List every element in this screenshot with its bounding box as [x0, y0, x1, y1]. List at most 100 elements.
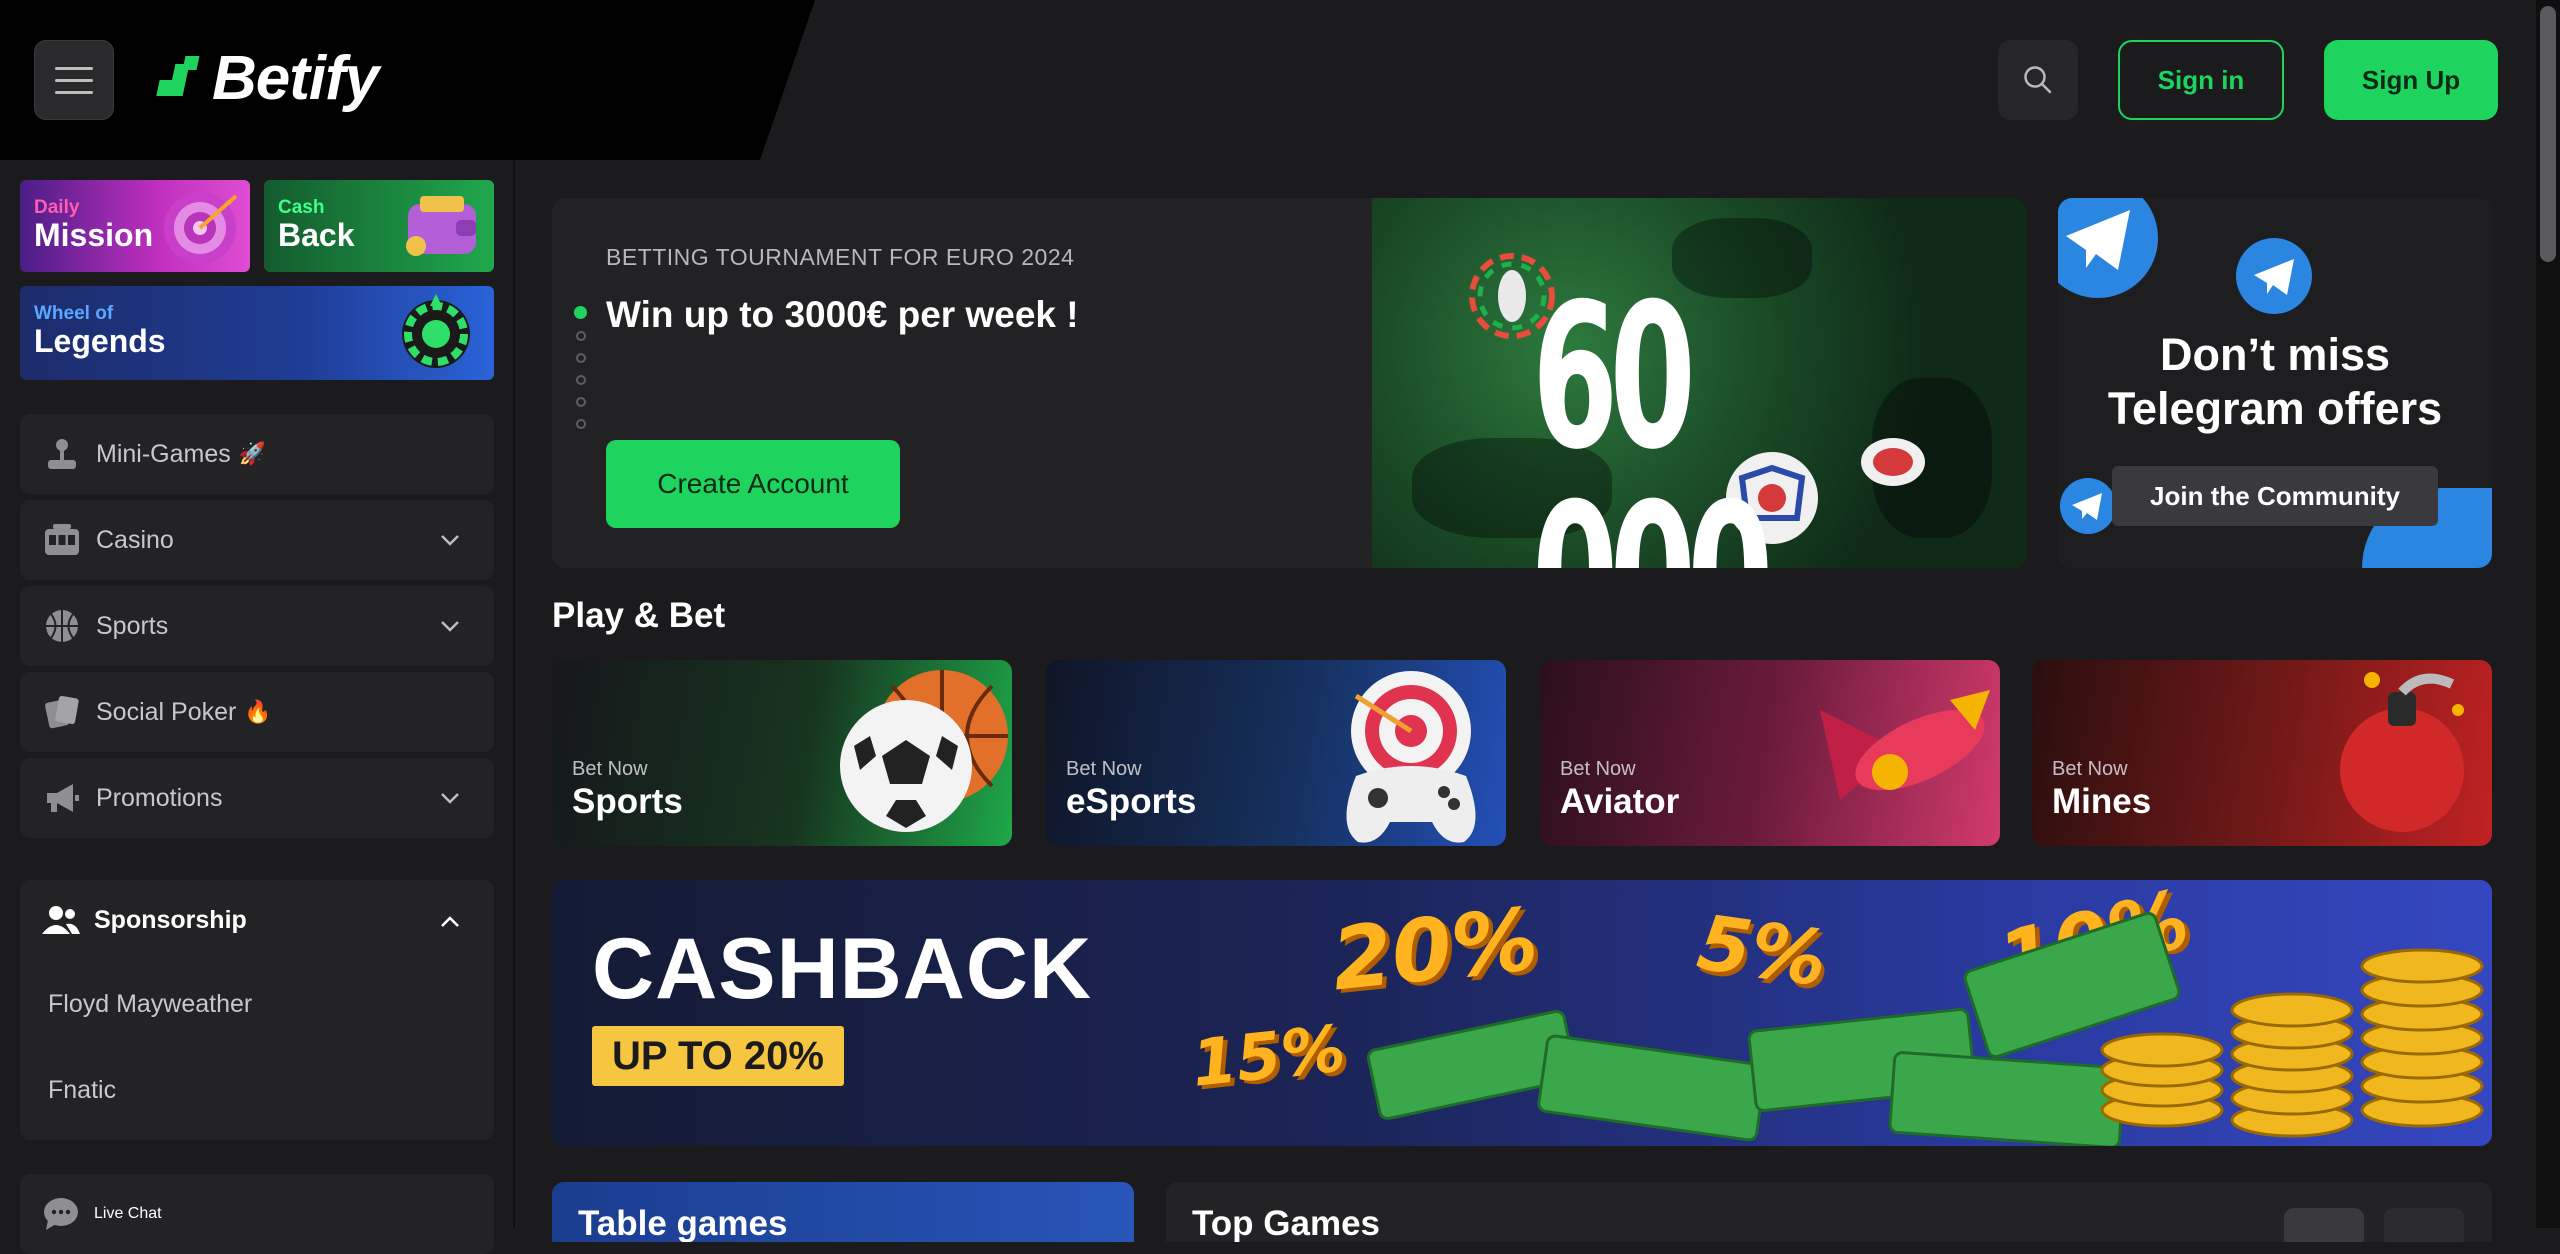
live-chat-label: Live Chat	[94, 1205, 162, 1222]
sponsor-link-fnatic[interactable]: Fnatic	[48, 1076, 116, 1105]
nav-item-casino[interactable]: Casino	[20, 500, 494, 580]
logo-text: Betify	[212, 43, 379, 113]
nav-item-social-poker[interactable]: Social Poker 🔥	[20, 672, 494, 752]
play-bet-title: Play & Bet	[552, 596, 726, 635]
fire-icon: 🔥	[244, 699, 272, 724]
hero-title: Win up to 3000€ per week !	[606, 294, 1079, 335]
sponsorship-toggle[interactable]: Sponsorship	[42, 900, 247, 940]
rocket-icon: 🚀	[238, 441, 267, 466]
stamp-icon	[1861, 438, 1925, 486]
nav-item-label: Mini-Games	[96, 439, 231, 468]
logo-mark-icon	[154, 54, 202, 102]
bet-card-kicker: Bet Now	[1560, 758, 1636, 780]
top-games-nav-button[interactable]	[2284, 1208, 2364, 1242]
telegram-title-line: Telegram offers	[2107, 383, 2443, 434]
bet-card-title: Aviator	[1560, 782, 1680, 821]
chevron-down-icon	[441, 535, 459, 546]
top-games-card: Top Games	[1166, 1182, 2492, 1242]
bet-card-title: eSports	[1066, 782, 1197, 821]
menu-line	[55, 66, 93, 70]
bet-card-title: Mines	[2052, 782, 2152, 821]
bet-card-title: Sports	[572, 782, 683, 821]
join-community-button[interactable]: Join the Community	[2112, 466, 2438, 526]
nav-item-label: Casino	[96, 525, 174, 554]
users-icon	[42, 906, 80, 934]
table-games-card[interactable]: Table games	[552, 1182, 1134, 1242]
betify-logo[interactable]: Betify	[154, 38, 379, 118]
search-button[interactable]	[1998, 40, 2078, 120]
sign-in-button[interactable]: Sign in	[2118, 40, 2284, 120]
sponsorship-label: Sponsorship	[94, 905, 247, 934]
wheel-icon	[402, 294, 470, 368]
telegram-title-line: Don’t miss	[2159, 329, 2391, 380]
bet-card-kicker: Bet Now	[572, 758, 648, 780]
bet-card-mines[interactable]: Bet Now Mines	[2032, 660, 2492, 846]
cashback-banner[interactable]: CASHBACK UP TO 20% 20% 5% 10% 15%	[552, 880, 2492, 1146]
nav-item-label: Promotions	[96, 783, 223, 812]
joystick-icon	[42, 434, 82, 474]
cash-back-tile[interactable]: Cash Back	[264, 180, 494, 272]
basketball-icon	[42, 606, 82, 646]
slide-dot[interactable]	[576, 331, 586, 341]
bet-card-sports[interactable]: Bet Now Sports	[552, 660, 1012, 846]
cards-icon	[42, 692, 82, 732]
megaphone-icon	[42, 778, 82, 818]
nav-item-mini-games[interactable]: Mini-Games 🚀	[20, 414, 494, 494]
create-account-button[interactable]: Create Account	[606, 440, 900, 528]
menu-line	[55, 90, 93, 94]
prize-amount: 60 000	[1532, 261, 1773, 569]
search-icon	[2024, 66, 2052, 94]
nav-item-label: Social Poker	[96, 697, 237, 726]
header-logo-panel	[0, 0, 815, 160]
telegram-logo-icon	[2058, 198, 2158, 298]
sponsorship-section: Sponsorship Floyd Mayweather Fnatic	[20, 880, 494, 1140]
bet-card-aviator[interactable]: Bet Now Aviator	[1540, 660, 2000, 846]
telegram-title: Don’t miss Telegram offers	[2058, 328, 2492, 436]
bet-card-esports[interactable]: Bet Now eSports	[1046, 660, 1506, 846]
nav-item-sports[interactable]: Sports	[20, 586, 494, 666]
money-stack-illustration	[1366, 911, 2484, 1146]
top-games-nav-button[interactable]	[2384, 1208, 2464, 1242]
slot-machine-icon	[42, 520, 82, 560]
slide-dot[interactable]	[576, 375, 586, 385]
wallet-icon	[406, 196, 476, 256]
bet-card-kicker: Bet Now	[1066, 758, 1142, 780]
wheel-of-legends-tile[interactable]: Wheel of Legends	[20, 286, 494, 380]
sign-up-button[interactable]: Sign Up	[2324, 40, 2498, 120]
table-games-title: Table games	[578, 1204, 788, 1242]
top-games-title: Top Games	[1192, 1204, 1381, 1242]
live-chat-button[interactable]: Live Chat	[20, 1174, 494, 1254]
chevron-down-icon	[441, 793, 459, 804]
bomb-icon	[2340, 672, 2464, 832]
hero-slide-indicator	[574, 306, 588, 441]
menu-line	[55, 78, 93, 82]
telegram-small-icon	[2060, 478, 2116, 534]
slide-dot[interactable]	[576, 353, 586, 363]
hero-subtitle: BETTING TOURNAMENT FOR EURO 2024	[606, 244, 1075, 270]
top-header: Betify Sign in Sign Up	[0, 0, 2536, 160]
percent-label: 15%	[1188, 1012, 1349, 1102]
target-icon	[164, 192, 238, 264]
daily-mission-tile[interactable]: Daily Mission	[20, 180, 250, 272]
slide-dot[interactable]	[576, 397, 586, 407]
bet-card-kicker: Bet Now	[2052, 758, 2128, 780]
sponsor-link-floyd-mayweather[interactable]: Floyd Mayweather	[48, 990, 252, 1019]
nav-item-promotions[interactable]: Promotions	[20, 758, 494, 838]
hero-banner: 60 000 BETTING TOURNAMENT FOR EURO 2024 …	[552, 198, 2026, 568]
page-scrollbar[interactable]	[2536, 0, 2560, 1228]
chevron-up-icon[interactable]	[438, 910, 462, 934]
sidebar: Daily Mission Cash Back Wheel of Legends	[0, 160, 515, 1254]
slide-dot[interactable]	[576, 419, 586, 429]
telegram-offer-card[interactable]: Don’t miss Telegram offers Join the Comm…	[2058, 198, 2492, 568]
scrollbar-thumb[interactable]	[2540, 6, 2556, 262]
slide-dot-active[interactable]	[574, 306, 587, 319]
chevron-down-icon	[441, 621, 459, 632]
cashback-title: CASHBACK	[592, 921, 1093, 1017]
chat-bubble-icon	[44, 1198, 78, 1230]
nav-item-label: Sports	[96, 611, 169, 640]
gamepad-icon	[1346, 766, 1476, 843]
hamburger-menu-button[interactable]	[34, 40, 114, 120]
telegram-icon	[2236, 238, 2312, 314]
soccer-ball-icon	[840, 700, 972, 832]
cashback-badge: UP TO 20%	[592, 1026, 844, 1086]
